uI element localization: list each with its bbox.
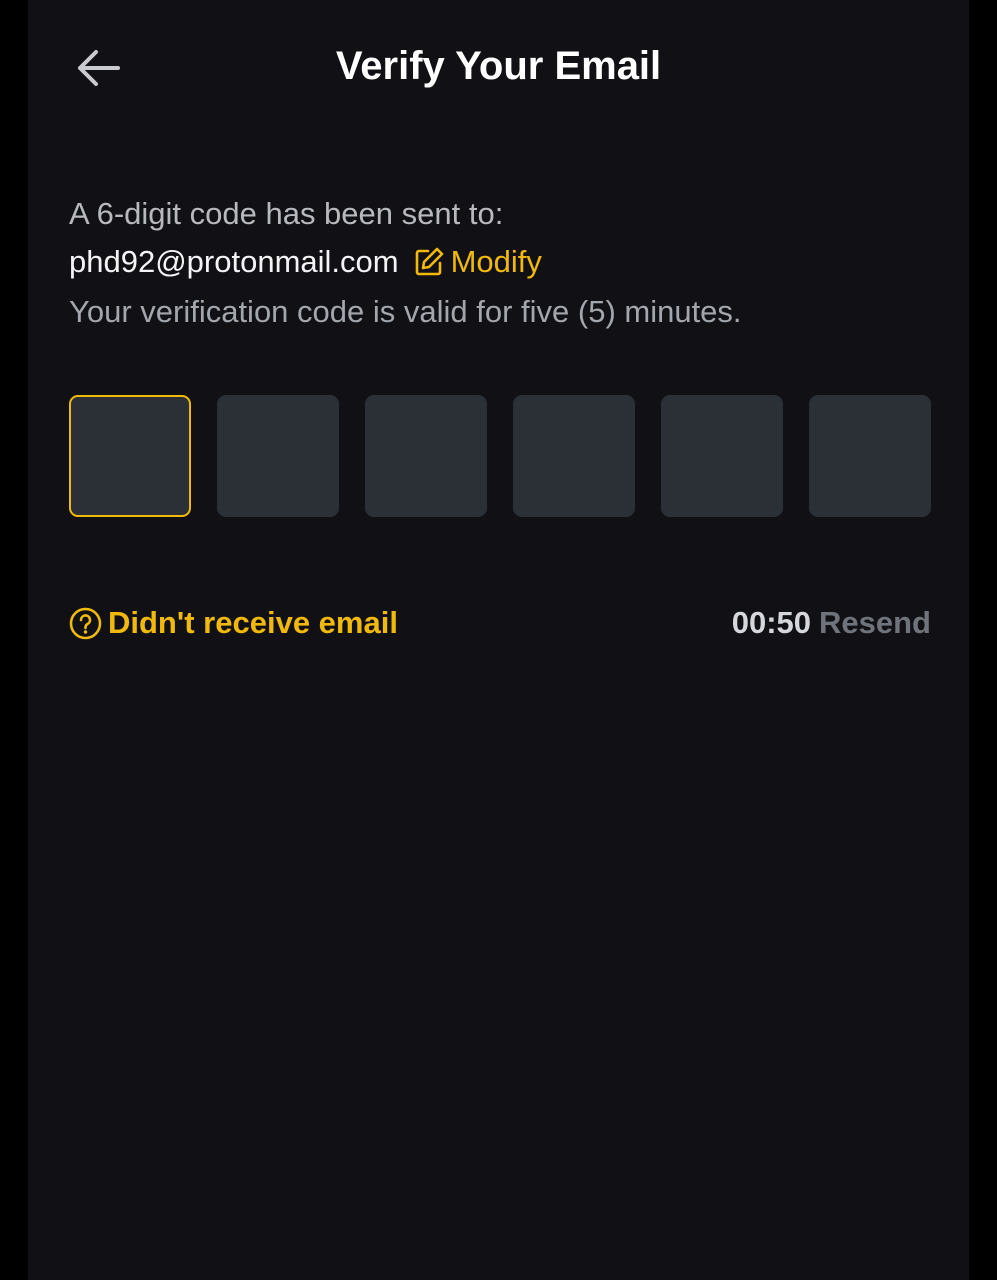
resend-timer: 00:50: [731, 605, 812, 640]
resend-button[interactable]: Resend: [819, 599, 931, 647]
edit-icon: [415, 247, 443, 276]
footer-row: Didn't receive email 00:50 Resend: [69, 598, 931, 648]
page-title: Verify Your Email: [335, 44, 662, 88]
code-digit-1[interactable]: [69, 395, 191, 517]
code-digit-5[interactable]: [661, 395, 783, 517]
question-circle-icon: [69, 607, 102, 639]
info-section: A 6-digit code has been sent to: phd92@p…: [69, 190, 939, 336]
verify-email-screen: Verify Your Email A 6-digit code has bee…: [28, 0, 969, 1280]
didnt-receive-email-link[interactable]: Didn't receive email: [69, 599, 398, 647]
code-digit-6[interactable]: [809, 395, 931, 517]
verification-code-input: [69, 395, 931, 517]
code-digit-2[interactable]: [217, 395, 339, 517]
didnt-receive-email-label: Didn't receive email: [108, 605, 398, 640]
code-digit-3[interactable]: [365, 395, 487, 517]
header: Verify Your Email: [28, 0, 969, 135]
code-sent-text: A 6-digit code has been sent to:: [69, 196, 504, 231]
modify-label: Modify: [450, 244, 542, 279]
modify-email-button[interactable]: Modify: [413, 238, 542, 286]
validity-text: Your verification code is valid for five…: [69, 294, 742, 329]
resend-group: 00:50 Resend: [732, 599, 931, 647]
email-row: phd92@protonmail.com Modify: [69, 238, 939, 286]
email-address: phd92@protonmail.com: [69, 244, 399, 279]
code-digit-4[interactable]: [513, 395, 635, 517]
